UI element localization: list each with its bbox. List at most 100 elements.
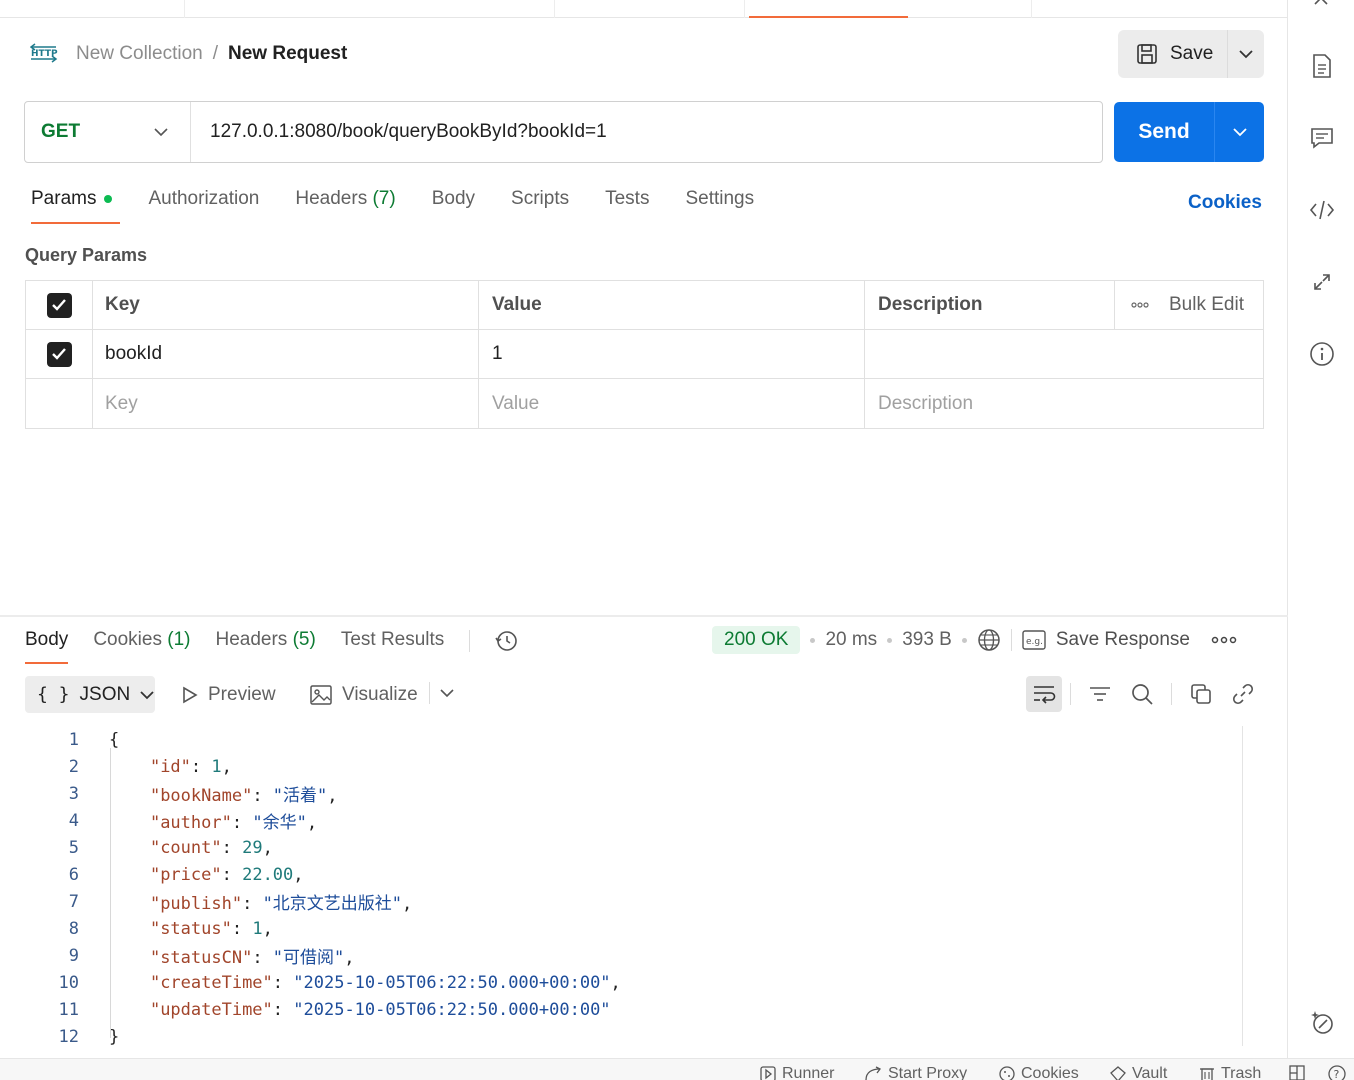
indent-guide (110, 748, 111, 1038)
param-description[interactable] (865, 330, 1263, 378)
send-button[interactable]: Send (1114, 102, 1215, 162)
param-value[interactable]: 1 (479, 330, 865, 378)
tab-scripts[interactable]: Scripts (511, 188, 569, 224)
save-response-label: Save Response (1055, 629, 1190, 650)
tab-response-headers[interactable]: Headers (5) (215, 629, 315, 664)
code-line: 5 "count": 29, (0, 834, 1244, 861)
empty-checkbox-cell (26, 379, 93, 428)
tab-headers[interactable]: Headers (7) (295, 188, 395, 224)
trash-button[interactable]: Trash (1199, 1065, 1261, 1080)
code-scrollbar[interactable] (1242, 726, 1243, 1046)
key-placeholder-input[interactable]: Key (93, 379, 479, 428)
runner-button[interactable]: Runner (760, 1065, 834, 1080)
svg-text:e.g.: e.g. (1026, 637, 1043, 647)
save-response-button[interactable]: e.g. Save Response (1022, 629, 1190, 651)
param-key[interactable]: bookId (93, 330, 479, 378)
format-label: JSON (79, 683, 131, 705)
code-text: "author": "余华", (149, 813, 318, 833)
save-options-button[interactable] (1228, 30, 1264, 78)
description-placeholder-input[interactable]: Description (865, 379, 1263, 428)
divider (1010, 629, 1012, 651)
line-number: 7 (68, 891, 79, 912)
code-snippet-button[interactable] (1309, 197, 1335, 223)
tab-settings[interactable]: Settings (685, 188, 754, 224)
status-badge[interactable]: 200 OK (712, 626, 801, 654)
tab-slot[interactable] (185, 0, 555, 18)
breadcrumb-collection[interactable]: New Collection (76, 43, 203, 65)
chevron-down-icon (140, 690, 154, 699)
response-size[interactable]: 393 B (902, 629, 952, 651)
search-button[interactable] (1121, 676, 1163, 712)
line-number: 9 (68, 945, 79, 966)
row-checkbox[interactable] (46, 341, 72, 367)
more-icon[interactable] (1210, 636, 1238, 644)
code-line: 9 "statusCN": "可借阅", (0, 942, 1244, 969)
active-tab-indicator (749, 16, 908, 18)
tab-response-cookies[interactable]: Cookies (1) (93, 629, 190, 664)
copy-link-button[interactable] (1222, 676, 1264, 712)
tab-response-headers-count: (5) (292, 629, 316, 650)
filter-button[interactable] (1079, 676, 1121, 712)
select-all-checkbox[interactable] (46, 292, 72, 318)
main-panel: HTTP New Collection / New Request Save G… (0, 0, 1288, 1058)
response-resize-handle[interactable] (0, 615, 1288, 617)
request-url-bar: GET 127.0.0.1:8080/book/queryBookById?bo… (24, 101, 1103, 163)
copy-icon (1191, 684, 1211, 704)
history-icon[interactable] (495, 629, 519, 653)
code-line: 8 "status": 1, (0, 915, 1244, 942)
save-button[interactable]: Save (1118, 30, 1228, 78)
chevron-down-icon (440, 689, 454, 698)
tab-response-body[interactable]: Body (25, 629, 69, 664)
cookies-link[interactable]: Cookies (1188, 192, 1262, 214)
bulk-edit-label: Bulk Edit (1169, 294, 1244, 315)
info-button[interactable] (1309, 341, 1335, 367)
help-button[interactable]: ? (1328, 1065, 1346, 1080)
table-header-row: Key Value Description Bulk Edit (26, 281, 1263, 330)
start-proxy-button[interactable]: Start Proxy (864, 1065, 967, 1080)
tab-slot[interactable] (0, 0, 185, 18)
line-number: 12 (58, 1026, 79, 1047)
response-format-bar: { } JSON Preview Visualize (25, 676, 1264, 714)
send-options-button[interactable] (1215, 102, 1264, 162)
example-icon: e.g. (1022, 630, 1046, 650)
copy-button[interactable] (1180, 676, 1222, 712)
comment-icon (1311, 128, 1333, 149)
documentation-button[interactable] (1309, 53, 1335, 79)
agent-button[interactable] (1309, 1010, 1335, 1036)
response-time[interactable]: 20 ms (825, 629, 877, 651)
tab-headers-label: Headers (295, 188, 368, 209)
line-number: 5 (68, 837, 79, 858)
format-select[interactable]: { } JSON (25, 676, 155, 713)
select-all-cell (26, 281, 93, 329)
request-name[interactable]: New Request (228, 43, 347, 65)
vault-button[interactable]: Vault (1110, 1065, 1167, 1080)
visualize-options-button[interactable] (429, 682, 454, 704)
method-select[interactable]: GET (25, 102, 191, 162)
visualize-button[interactable]: Visualize (310, 684, 418, 706)
line-number: 6 (68, 864, 79, 885)
tab-params[interactable]: Params (31, 188, 121, 224)
tab-slot[interactable] (555, 0, 745, 18)
url-input[interactable]: 127.0.0.1:8080/book/queryBookById?bookId… (191, 121, 607, 143)
footer-cookies-button[interactable]: Cookies (999, 1065, 1079, 1080)
query-params-title: Query Params (25, 245, 148, 265)
value-placeholder-input[interactable]: Value (479, 379, 865, 428)
tab-body[interactable]: Body (432, 188, 475, 224)
proxy-icon (865, 1066, 881, 1080)
collapse-button[interactable] (1309, 0, 1335, 14)
arrows-icon (1314, 274, 1330, 290)
preview-button[interactable]: Preview (182, 684, 276, 706)
code-text: "status": 1, (149, 918, 273, 939)
comments-button[interactable] (1309, 125, 1335, 151)
globe-icon[interactable] (977, 628, 1001, 652)
code-line: 3 "bookName": "活着", (0, 780, 1244, 807)
tab-authorization[interactable]: Authorization (148, 188, 259, 224)
related-button[interactable] (1309, 269, 1335, 295)
tab-test-results[interactable]: Test Results (341, 629, 444, 664)
wrap-lines-button[interactable] (1026, 676, 1062, 712)
response-body-viewer[interactable]: 1{2 "id": 1, 3 "bookName": "活着", 4 "author… (0, 726, 1244, 1051)
tab-tests[interactable]: Tests (605, 188, 649, 224)
layout-button[interactable] (1289, 1065, 1305, 1080)
bulk-edit-button[interactable]: Bulk Edit (1115, 281, 1263, 329)
line-number: 10 (58, 972, 79, 993)
